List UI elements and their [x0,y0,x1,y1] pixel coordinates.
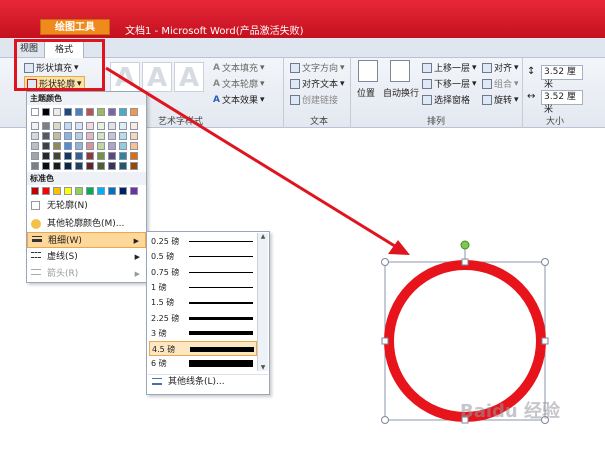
resize-handle-nw[interactable] [381,258,389,266]
annotation-arrow [105,66,399,250]
resize-handle-sw[interactable] [381,416,389,424]
rotation-handle[interactable] [460,240,470,250]
resize-handle-ne[interactable] [541,258,549,266]
baidu-watermark: Baidu 经验 [460,401,561,422]
canvas-overlay [105,66,549,424]
resize-handle-n[interactable] [461,258,469,266]
resize-handle-e[interactable] [541,337,549,345]
resize-handle-w[interactable] [381,337,389,345]
red-circle-shape[interactable] [384,260,546,422]
